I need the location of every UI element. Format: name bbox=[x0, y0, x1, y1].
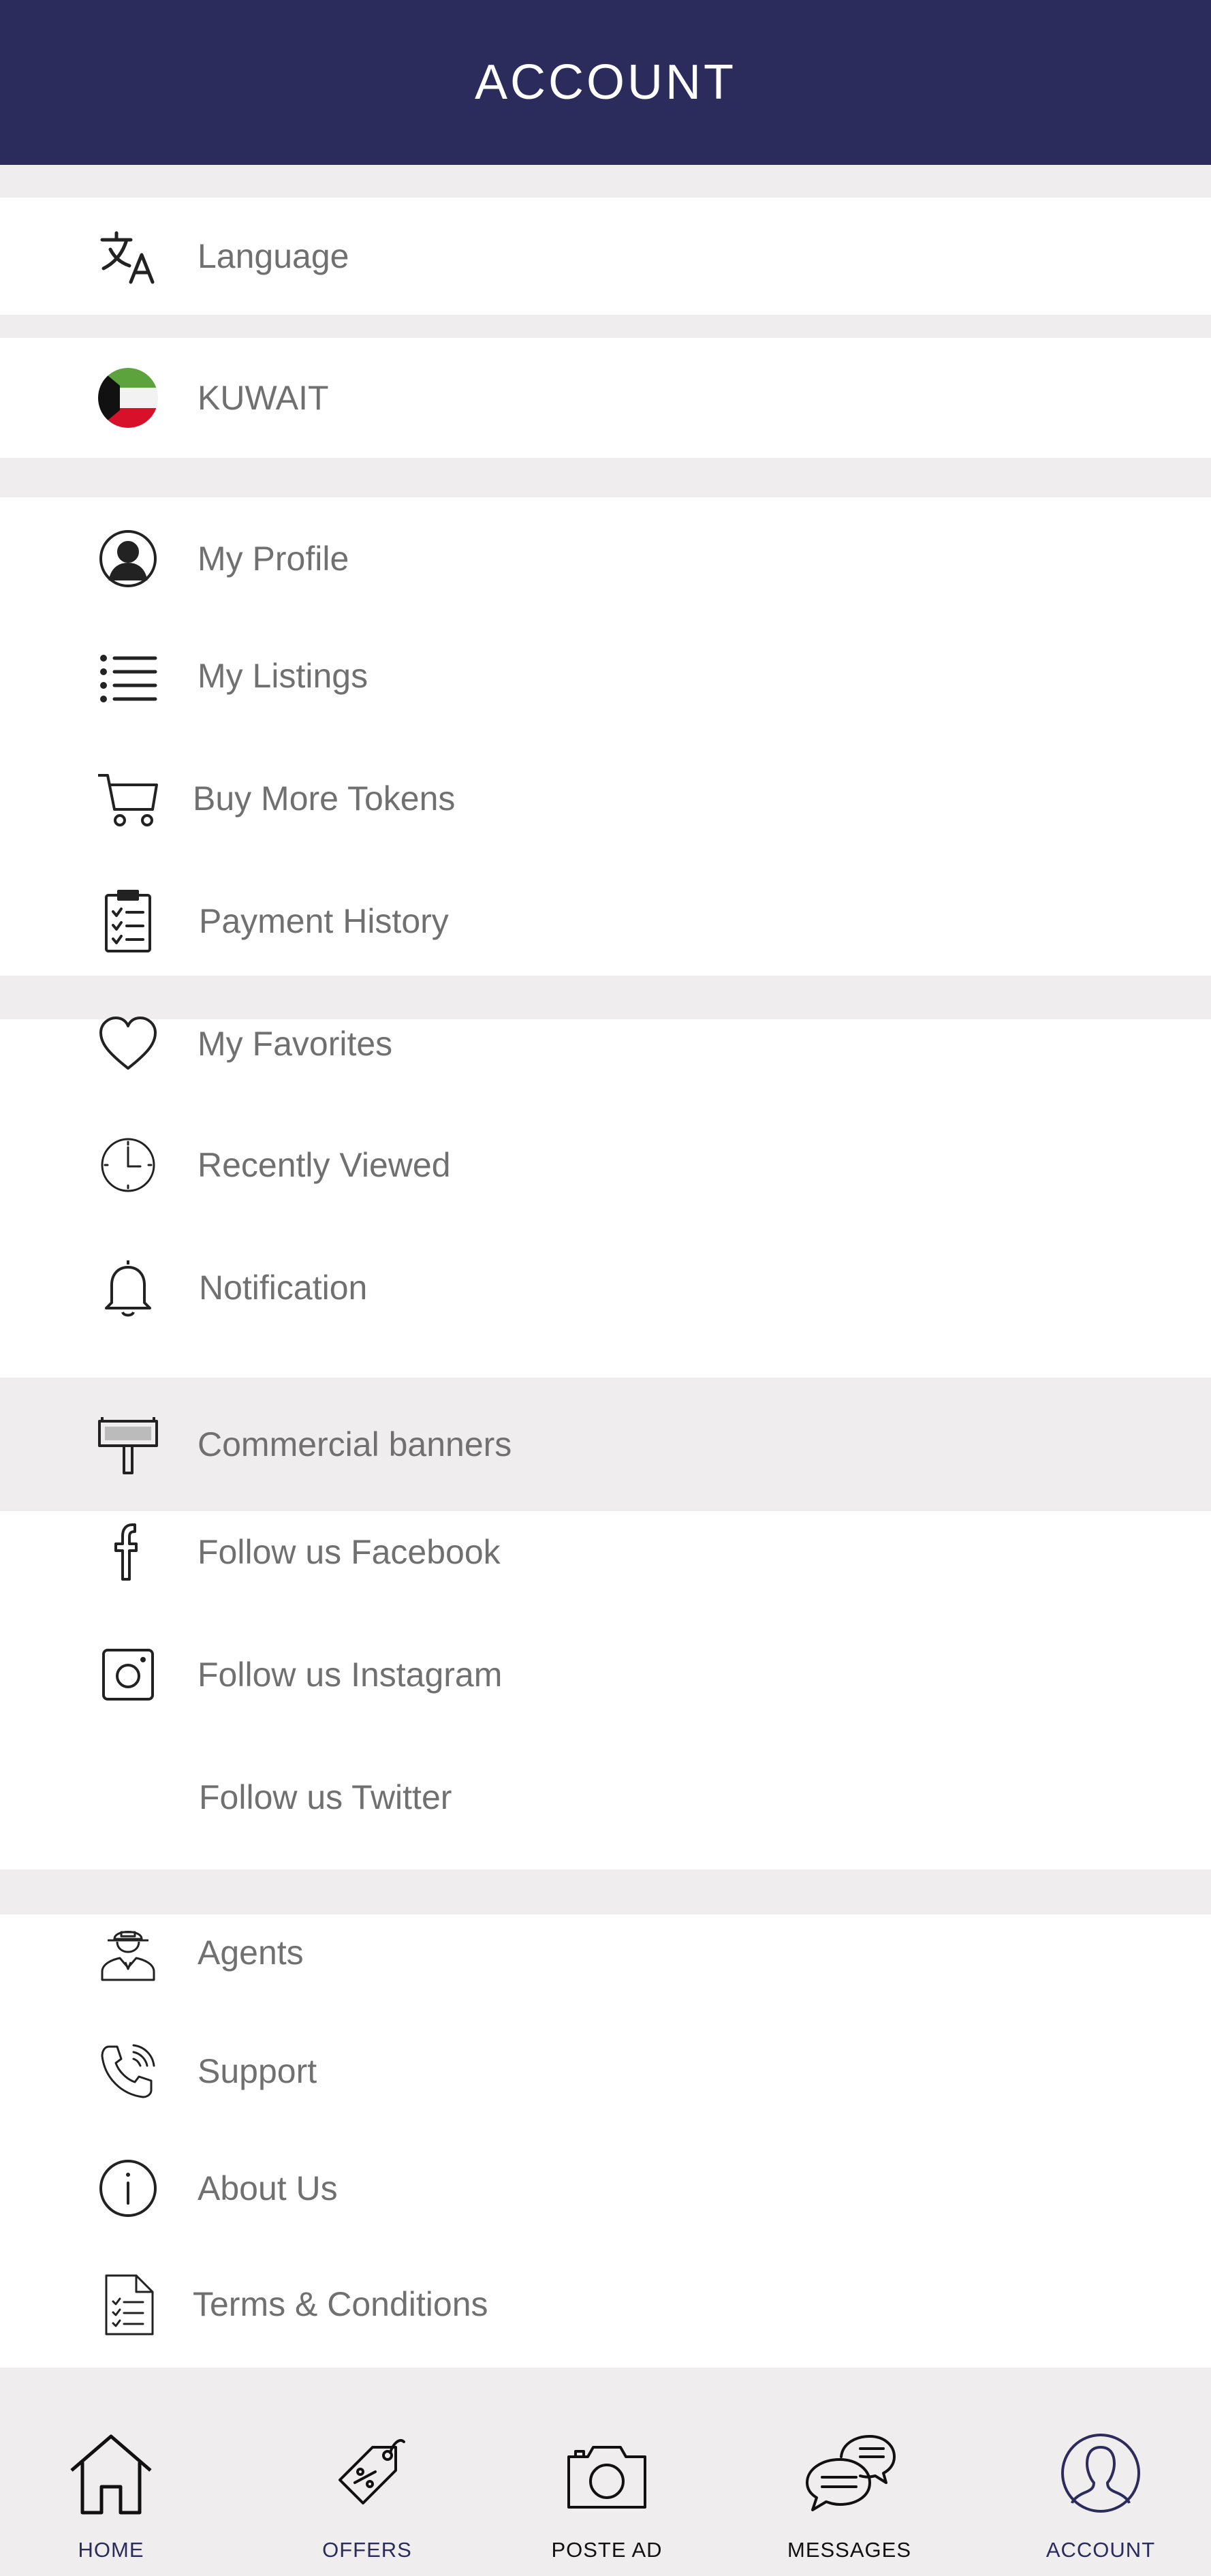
menu-item-label: Follow us Twitter bbox=[199, 1778, 452, 1816]
account-icon bbox=[1053, 2432, 1148, 2521]
translate-icon bbox=[95, 223, 161, 289]
menu-item-commercial-banners[interactable]: Commercial banners bbox=[0, 1383, 1211, 1506]
menu-item-label: Terms & Conditions bbox=[193, 2285, 488, 2323]
menu-item-my-favorites[interactable]: My Favorites bbox=[0, 982, 1211, 1105]
nav-account[interactable]: ACCOUNT bbox=[979, 2368, 1211, 2576]
menu-item-label: Commercial banners bbox=[198, 1425, 512, 1463]
menu-item-payment-history[interactable]: Payment History bbox=[0, 860, 1211, 982]
country-section: KUWAIT bbox=[0, 338, 1211, 458]
language-row[interactable]: Language bbox=[0, 195, 1211, 317]
nav-post-ad[interactable]: POSTE AD bbox=[486, 2368, 728, 2576]
bottom-navigation: HOME OFFERS POSTE AD MESSAGES ACCOUNT bbox=[0, 2368, 1211, 2576]
social-section: Follow us Facebook Follow us Instagram F… bbox=[0, 1511, 1211, 1869]
list-icon bbox=[95, 643, 161, 709]
bell-icon bbox=[95, 1255, 161, 1320]
chat-icon bbox=[802, 2432, 897, 2521]
menu-item-terms-conditions[interactable]: Terms & Conditions bbox=[0, 2243, 1211, 2365]
menu-item-label: Buy More Tokens bbox=[193, 779, 456, 818]
menu-item-follow-twitter[interactable]: Follow us Twitter bbox=[0, 1736, 1211, 1859]
activity-section: My Favorites Recently Viewed Notificatio… bbox=[0, 1017, 1211, 1378]
phone-icon bbox=[95, 2038, 161, 2104]
nav-label: POSTE AD bbox=[551, 2538, 663, 2562]
menu-item-label: Follow us Facebook bbox=[198, 1533, 501, 1571]
nav-label: HOME bbox=[78, 2538, 144, 2562]
heart-icon bbox=[95, 1011, 161, 1076]
facebook-icon bbox=[95, 1519, 161, 1585]
menu-item-follow-facebook[interactable]: Follow us Facebook bbox=[0, 1491, 1211, 1613]
menu-item-label: Follow us Instagram bbox=[198, 1656, 503, 1694]
menu-item-label: Agents bbox=[198, 1934, 304, 1972]
info-section: Agents Support About Us Terms & Conditio… bbox=[0, 1914, 1211, 2368]
account-section: My Profile My Listings Buy More Tokens P… bbox=[0, 497, 1211, 976]
language-label: Language bbox=[198, 237, 349, 275]
camera-icon bbox=[559, 2432, 655, 2521]
menu-item-label: My Listings bbox=[198, 657, 368, 695]
nav-offers[interactable]: OFFERS bbox=[246, 2368, 488, 2576]
menu-item-my-listings[interactable]: My Listings bbox=[0, 615, 1211, 737]
country-label: KUWAIT bbox=[198, 379, 329, 417]
document-icon bbox=[95, 2271, 161, 2337]
agent-icon bbox=[95, 1920, 161, 1985]
menu-item-notification[interactable]: Notification bbox=[0, 1226, 1211, 1349]
country-row[interactable]: KUWAIT bbox=[0, 337, 1211, 459]
nav-label: OFFERS bbox=[322, 2538, 412, 2562]
menu-item-buy-more-tokens[interactable]: Buy More Tokens bbox=[0, 737, 1211, 860]
menu-item-label: Notification bbox=[199, 1269, 368, 1307]
page-title: ACCOUNT bbox=[475, 55, 736, 110]
menu-item-agents[interactable]: Agents bbox=[0, 1891, 1211, 2014]
nav-label: MESSAGES bbox=[787, 2538, 911, 2562]
app-header: ACCOUNT bbox=[0, 0, 1211, 165]
clipboard-checklist-icon bbox=[95, 888, 161, 954]
menu-item-my-profile[interactable]: My Profile bbox=[0, 497, 1211, 620]
billboard-icon bbox=[95, 1412, 161, 1477]
info-icon bbox=[95, 2156, 161, 2221]
menu-item-about-us[interactable]: About Us bbox=[0, 2127, 1211, 2250]
menu-item-label: My Profile bbox=[198, 540, 349, 578]
tag-icon bbox=[319, 2432, 415, 2521]
menu-item-follow-instagram[interactable]: Follow us Instagram bbox=[0, 1613, 1211, 1736]
kuwait-flag-icon bbox=[95, 365, 161, 431]
home-icon bbox=[63, 2432, 159, 2521]
instagram-icon bbox=[95, 1642, 161, 1707]
nav-label: ACCOUNT bbox=[1045, 2538, 1156, 2562]
menu-item-support[interactable]: Support bbox=[0, 2010, 1211, 2132]
nav-home[interactable]: HOME bbox=[0, 2368, 232, 2576]
menu-item-label: My Favorites bbox=[198, 1025, 393, 1063]
user-circle-icon bbox=[95, 526, 161, 591]
menu-item-recently-viewed[interactable]: Recently Viewed bbox=[0, 1104, 1211, 1226]
cart-icon bbox=[95, 766, 161, 831]
menu-item-label: Support bbox=[198, 2052, 317, 2090]
menu-item-label: Recently Viewed bbox=[198, 1146, 451, 1184]
language-section: Language bbox=[0, 198, 1211, 315]
clock-icon bbox=[95, 1132, 161, 1198]
menu-item-label: About Us bbox=[198, 2169, 338, 2207]
nav-messages[interactable]: MESSAGES bbox=[728, 2368, 971, 2576]
menu-item-label: Payment History bbox=[199, 902, 449, 940]
